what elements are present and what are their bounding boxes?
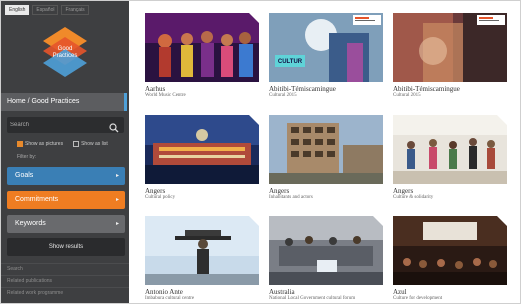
show-results-button[interactable]: Show results — [7, 238, 125, 256]
chevron-right-icon: ▸ — [115, 173, 119, 179]
breadcrumb[interactable]: Home / Good Practices — [1, 93, 127, 111]
logo-line1: Good — [58, 46, 73, 52]
sidebar-link-work-programme[interactable]: Related work programme — [1, 287, 129, 299]
card-subtitle: Imbabura cultural centre — [145, 296, 195, 301]
sidebar: English Español Français Good Practices … — [1, 1, 129, 303]
card-thumbnail[interactable]: CULTUR — [269, 13, 383, 82]
card-thumbnail[interactable] — [269, 115, 383, 184]
card-title[interactable]: Abitibi-Témiscamingue — [393, 85, 460, 93]
card-subtitle: Cultural policy — [145, 195, 176, 200]
card-subtitle: National Local Government cultural forum — [269, 296, 356, 301]
card-thumbnail[interactable] — [145, 13, 259, 82]
card-subtitle: World Music Centre — [145, 93, 186, 98]
card-subtitle: Cultural 2015 — [393, 93, 421, 98]
language-switcher: English Español Français — [5, 5, 89, 15]
sidebar-link-publications[interactable]: Related publications — [1, 275, 129, 287]
sidebar-link-search[interactable]: Search — [1, 263, 129, 275]
view-options: Show as pictures Show as list — [17, 141, 108, 147]
filter-label: Filter by: — [17, 154, 37, 160]
option-pictures[interactable]: Show as pictures — [17, 141, 63, 147]
filter-goals[interactable]: Goals ▸ — [7, 167, 125, 185]
chevron-right-icon: ▸ — [115, 221, 119, 227]
pictures-label: Show as pictures — [25, 141, 64, 147]
search-icon[interactable] — [109, 120, 119, 133]
card-subtitle: Culture for development — [393, 296, 443, 301]
chevron-right-icon: ▸ — [115, 197, 119, 203]
card-thumbnail[interactable] — [393, 216, 507, 285]
card-title[interactable]: Australia — [269, 288, 295, 296]
card-thumbnail[interactable] — [145, 216, 259, 285]
card-title[interactable]: Aarhus — [145, 85, 165, 93]
search-box — [7, 117, 124, 133]
filter-keywords[interactable]: Keywords ▸ — [7, 215, 125, 233]
card-title[interactable]: Abitibi-Témiscamingue — [269, 85, 336, 93]
list-checkbox[interactable] — [73, 141, 80, 147]
card-thumbnail[interactable] — [145, 115, 259, 184]
card-thumbnail[interactable] — [393, 115, 507, 184]
good-practices-logo[interactable]: Good Practices — [37, 23, 93, 85]
filter-commitments-label: Commitments — [15, 196, 59, 203]
search-input[interactable] — [10, 117, 106, 133]
card-badge: CULTUR — [278, 59, 303, 65]
card-thumbnail[interactable] — [269, 216, 383, 285]
card-title[interactable]: Angers — [145, 187, 165, 195]
list-label: Show as list — [81, 141, 108, 147]
card-title[interactable]: Antonio Ante — [145, 288, 183, 296]
sidebar-links: Search Related publications Related work… — [1, 263, 129, 299]
lang-english[interactable]: English — [5, 5, 30, 15]
logo-line2: Practices — [53, 53, 78, 59]
lang-spanish[interactable]: Español — [32, 5, 59, 15]
page-frame: English Español Français Good Practices … — [0, 0, 521, 304]
card-thumbnail[interactable] — [393, 13, 507, 82]
filter-commitments[interactable]: Commitments ▸ — [7, 191, 125, 209]
card-subtitle: Culture & solidarity — [393, 195, 434, 200]
card-title[interactable]: Azul — [393, 288, 407, 296]
filter-keywords-label: Keywords — [15, 220, 46, 227]
pictures-checkbox[interactable] — [17, 141, 23, 147]
option-list[interactable]: Show as list — [73, 141, 108, 147]
card-subtitle: Inhabitants and actors — [269, 195, 313, 200]
card-title[interactable]: Angers — [393, 187, 413, 195]
lang-french[interactable]: Français — [61, 5, 89, 15]
card-subtitle: Cultural 2015 — [269, 93, 297, 98]
filter-goals-label: Goals — [15, 172, 34, 179]
card-title[interactable]: Angers — [269, 187, 289, 195]
